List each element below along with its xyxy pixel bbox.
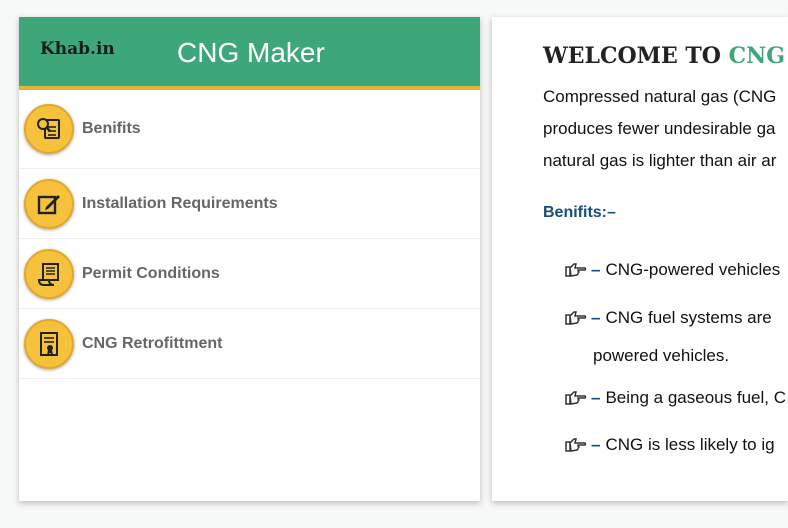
sidebar-item-label: Benifits — [82, 120, 141, 137]
edit-document-icon — [24, 178, 74, 229]
magnifier-document-icon — [24, 104, 74, 154]
benefit-text: CNG is less likely to ig — [605, 435, 775, 454]
scroll-document-icon — [24, 248, 74, 299]
welcome-accent: CNG V — [728, 43, 788, 69]
intro-line: Compressed natural gas (CNG — [543, 87, 777, 106]
sidebar-item-label: Permit Conditions — [82, 264, 220, 282]
sidebar-header: Khab.in CNG Maker — [19, 17, 480, 90]
sidebar-item-installation-requirements[interactable]: Installation Requirements — [19, 169, 480, 239]
sidebar-item-benifits[interactable]: Benifits — [19, 90, 480, 169]
sidebar-item-label: Installation Requirements — [82, 194, 278, 212]
benefit-item: – Being a gaseous fuel, C — [565, 388, 786, 408]
benefits-section-title: Benifits:– — [543, 204, 616, 221]
sidebar-card: Khab.in CNG Maker Benifits Installation … — [19, 17, 480, 501]
benefit-text: Being a gaseous fuel, C — [605, 388, 786, 407]
bullet-dash: – — [591, 260, 601, 279]
benefit-item: – CNG fuel systems are — [565, 308, 772, 328]
certificate-document-icon — [24, 318, 74, 369]
welcome-prefix: WELCOME TO — [543, 43, 721, 69]
logo[interactable]: Khab.in — [40, 39, 115, 59]
bullet-dash: – — [591, 308, 601, 327]
pointing-hand-icon — [565, 262, 587, 278]
pointing-hand-icon — [565, 310, 587, 326]
content-card: WELCOME TO CNG V Compressed natural gas … — [492, 17, 788, 501]
benefit-text: CNG fuel systems are — [605, 308, 772, 327]
welcome-heading: WELCOME TO CNG V — [543, 43, 788, 69]
sidebar-item-cng-retrofittment[interactable]: CNG Retrofittment — [19, 309, 480, 379]
benefit-item: – CNG-powered vehicles — [565, 260, 780, 280]
benefit-item: – CNG is less likely to ig — [565, 435, 775, 455]
app-title: CNG Maker — [177, 37, 325, 68]
pointing-hand-icon — [565, 437, 587, 453]
intro-line: produces fewer undesirable ga — [543, 119, 776, 138]
bullet-dash: – — [591, 388, 601, 407]
benefit-text: CNG-powered vehicles — [605, 260, 781, 279]
sidebar-item-label: CNG Retrofittment — [82, 334, 223, 352]
pointing-hand-icon — [565, 390, 587, 406]
sidebar-item-permit-conditions[interactable]: Permit Conditions — [19, 239, 480, 309]
intro-line: natural gas is lighter than air ar — [543, 151, 777, 170]
bullet-dash: – — [591, 435, 601, 454]
benefit-continuation: powered vehicles. — [593, 346, 730, 365]
sidebar-menu: Benifits Installation Requirements Permi… — [19, 90, 480, 379]
